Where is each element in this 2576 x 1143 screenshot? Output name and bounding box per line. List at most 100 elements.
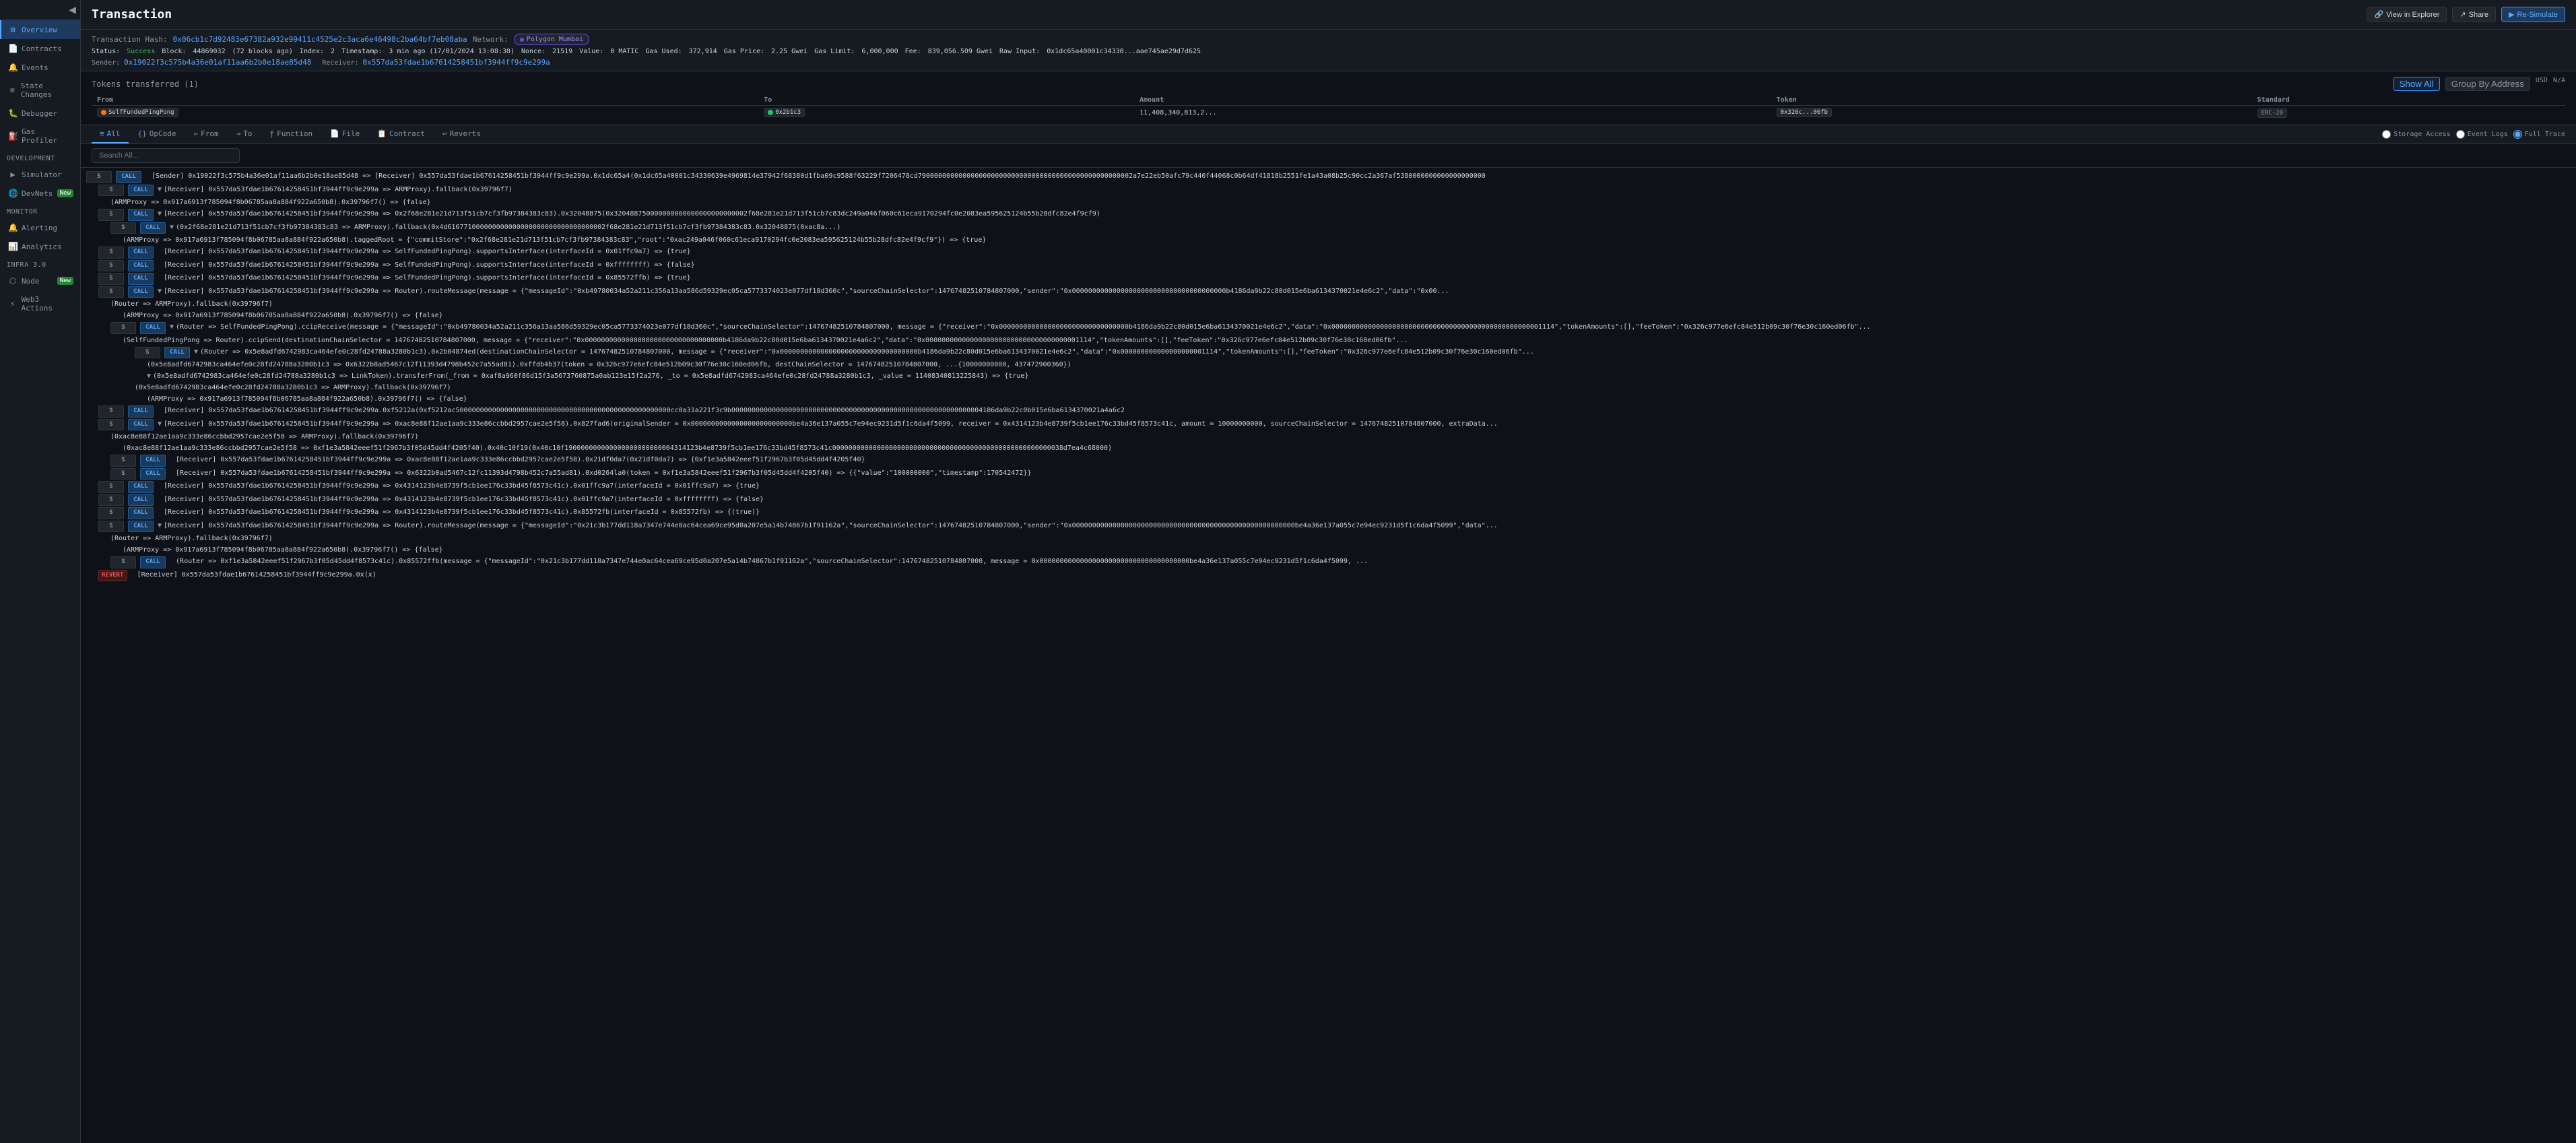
full-trace-option[interactable]: Full Trace [2513, 130, 2565, 139]
to-chip: 0x2b1c3 [764, 108, 805, 117]
expand-icon[interactable]: ▼ [158, 209, 162, 219]
tab-opcode[interactable]: {} OpCode [130, 125, 185, 143]
view-explorer-button[interactable]: 🔗 View in Explorer [2367, 7, 2447, 22]
tab-contract[interactable]: 📋 Contract [369, 125, 433, 143]
nonce-label: Nonce: [521, 48, 546, 55]
to-dot [768, 110, 773, 115]
expand-icon[interactable]: ▼ [158, 286, 162, 296]
page-title: Transaction [92, 7, 172, 22]
expand-icon[interactable]: ▼ [170, 222, 174, 232]
sidebar-item-devnets[interactable]: 🌐 DevNets New [0, 184, 80, 203]
expand-icon[interactable]: ▼ [158, 521, 162, 531]
trace-line: SCALL▼[Receiver] 0x557da53fdae1b67614258… [81, 184, 2576, 197]
trace-text: (Router => 0x5e8adfd6742983ca464efe0c28f… [200, 347, 1534, 357]
sidebar-item-debugger[interactable]: 🐛 Debugger [0, 104, 80, 123]
index-value: 2 [331, 48, 335, 55]
revert-badge: REVERT [98, 570, 127, 582]
trace-line: SCALL▼[Receiver] 0x557da53fdae1b67614258… [81, 208, 2576, 222]
node-badge: New [57, 277, 73, 285]
trace-text: [Receiver] 0x557da53fdae1b67614258451bf3… [164, 521, 1498, 531]
contract-icon: 📋 [377, 129, 387, 138]
trace-line: SCALL▼(Router => 0x5e8adfd6742983ca464ef… [81, 346, 2576, 360]
sidebar-item-contracts[interactable]: 📄 Contracts [0, 39, 80, 58]
gas-limit-label: Gas Limit: [814, 48, 855, 55]
trace-line: ▼(0x5e8adfd6742983ca464efe0c28fd24788a32… [81, 370, 2576, 382]
sidebar-item-label: State Changes [21, 81, 73, 99]
share-button[interactable]: ↗ Share [2452, 7, 2496, 22]
trace-line: SCALL▼[Receiver] 0x557da53fdae1b67614258… [81, 286, 2576, 299]
amount-cell: 11,408,340,813,2... [1134, 106, 1771, 120]
sidebar-item-node[interactable]: ⬡ Node New [0, 271, 80, 290]
tab-file[interactable]: 📄 File [322, 125, 368, 143]
function-icon: ƒ [270, 129, 275, 138]
tab-from[interactable]: ← From [186, 125, 227, 143]
sidebar-item-web3-actions[interactable]: ⚡ Web3 Actions [0, 290, 80, 317]
sidebar-item-events[interactable]: 🔔 Events [0, 58, 80, 77]
search-bar [81, 144, 2576, 168]
call-badge: CALL [128, 260, 154, 272]
expand-icon[interactable]: ▼ [158, 185, 162, 195]
network-dot [520, 38, 524, 42]
trace-text: (Router => ARMProxy).fallback(0x39796f7) [110, 533, 273, 544]
call-badge: CALL [128, 521, 154, 533]
event-logs-option[interactable]: Event Logs [2456, 130, 2508, 139]
expand-icon[interactable]: ▼ [170, 322, 174, 332]
value-value: 0 MATIC [610, 48, 638, 55]
trace-text: (SelfFundedPingPong => Router).ccipSend(… [123, 335, 1408, 346]
sidebar-item-simulator[interactable]: ▶ Simulator [0, 165, 80, 184]
trace-line: S CALL ▼[Receiver] 0x557da53fdae1b67614258… [81, 520, 2576, 533]
sidebar-item-label: Analytics [22, 242, 62, 251]
trace-text: [Receiver] 0x557da53fdae1b67614258451bf3… [164, 419, 1498, 429]
trace-text: [Receiver] 0x557da53fdae1b67614258451bf3… [164, 507, 760, 517]
s-badge: S [135, 347, 160, 359]
sidebar-item-gas-profiler[interactable]: ⛽ Gas Profiler [0, 123, 80, 150]
tab-to[interactable]: → To [228, 125, 261, 143]
trace-text: [Receiver] 0x557da53fdae1b67614258451bf3… [164, 273, 691, 283]
gas-profiler-icon: ⛽ [8, 131, 18, 141]
view-explorer-icon: 🔗 [2374, 10, 2383, 19]
col-token: Token [1771, 95, 2252, 106]
col-to: To [758, 95, 1134, 106]
trace-line: SCALL▼[Receiver] 0x557da53fdae1b67614258… [81, 507, 2576, 520]
re-simulate-button[interactable]: ▶ Re-Simulate [2501, 7, 2565, 22]
expand-icon[interactable]: ▼ [194, 347, 198, 357]
sidebar-item-analytics[interactable]: 📊 Analytics [0, 237, 80, 256]
sidebar-item-label: Web3 Actions [22, 295, 73, 313]
trace-line: (ARMProxy => 0x917a6913f785094f8b06785aa… [81, 393, 2576, 405]
sidebar-item-label: Simulator [22, 170, 62, 179]
call-badge: CALL [128, 209, 154, 221]
trace-text: (ARMProxy => 0x917a6913f785094f8b06785aa… [123, 235, 986, 245]
all-icon: ≡ [100, 129, 104, 138]
expand-icon[interactable]: ▼ [147, 371, 151, 381]
s-badge: S [98, 405, 124, 418]
collapse-icon[interactable]: ◀ [69, 4, 76, 15]
expand-icon[interactable]: ▼ [158, 419, 162, 429]
sidebar-toggle[interactable]: ◀ [0, 0, 80, 20]
search-input[interactable] [92, 148, 240, 163]
col-standard: Standard [2252, 95, 2565, 106]
trace-line: SCALL▼[Receiver] 0x557da53fdae1b67614258… [81, 405, 2576, 418]
sidebar-item-alerting[interactable]: 🔔 Alerting [0, 218, 80, 237]
show-all-button[interactable]: Show All [2393, 77, 2440, 91]
tx-hash-value: 0x06cb1c7d92483e67382a932e99411c4525e2c3… [173, 35, 467, 44]
group-by-address-button[interactable]: Group By Address [2445, 77, 2530, 91]
s-badge: S [110, 222, 136, 234]
file-icon: 📄 [330, 129, 339, 138]
sidebar-item-label: Gas Profiler [22, 127, 73, 145]
tab-reverts[interactable]: ↩ Reverts [434, 125, 489, 143]
sidebar-item-overview[interactable]: ⊞ Overview [0, 20, 80, 39]
storage-access-option[interactable]: Storage Access [2382, 130, 2450, 139]
trace-line: SCALL▼[Receiver] 0x557da53fdae1b67614258… [81, 467, 2576, 481]
analytics-icon: 📊 [8, 242, 18, 251]
trace-line: SCALL▼(0x2f68e281e21d713f51cb7cf3fb97384… [81, 222, 2576, 235]
s-badge: S [98, 507, 124, 519]
sidebar-item-state-changes[interactable]: ≡ State Changes [0, 77, 80, 104]
trace-line: SCALL▼[Receiver] 0x557da53fdae1b67614258… [81, 418, 2576, 432]
s-badge: S [98, 521, 124, 533]
call-badge: CALL [128, 286, 154, 298]
s-badge: S [98, 286, 124, 298]
tab-function[interactable]: ƒ Function [262, 125, 321, 143]
tab-all[interactable]: ≡ All [92, 125, 129, 143]
tabs-right: Storage Access Event Logs Full Trace [2382, 130, 2565, 139]
gas-used-label: Gas Used: [645, 48, 682, 55]
